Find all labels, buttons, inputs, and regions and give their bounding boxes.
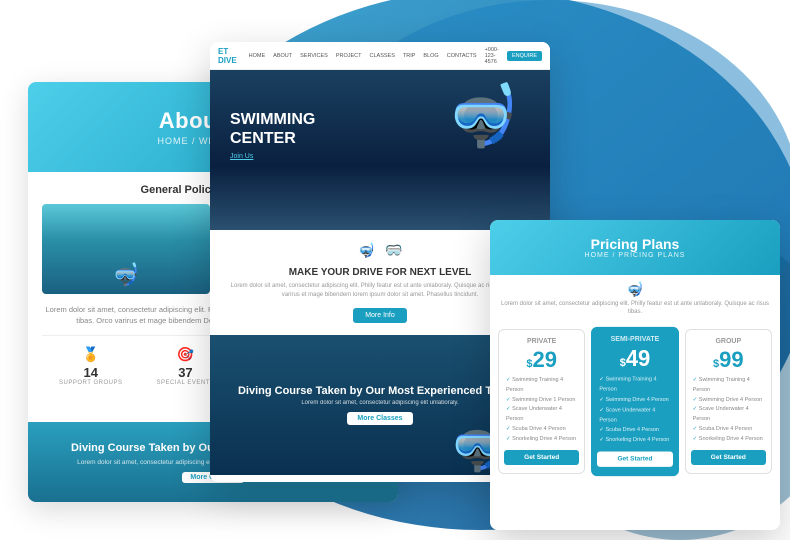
- more-info-button[interactable]: More Info: [353, 308, 407, 323]
- plan-private-btn[interactable]: Get Started: [504, 450, 579, 465]
- stat-label-events: SPECIAL EVENTS: [157, 380, 215, 386]
- support-icon: 🏅: [59, 346, 122, 363]
- feature-item: Scave Underwater 4 Person: [691, 405, 766, 425]
- nav-logo: ET DIVE: [218, 47, 237, 65]
- nav-contacts[interactable]: CONTACTS: [445, 52, 479, 60]
- feature-item: Swimming Training 4 Person: [504, 376, 579, 396]
- stat-events: 🎯 37 SPECIAL EVENTS: [157, 346, 215, 386]
- pricing-header: Pricing Plans HOME / PRICING PLANS: [490, 220, 780, 275]
- hero-text: SWIMMINGCENTER Join Us: [230, 110, 315, 160]
- nav-services[interactable]: SERVICES: [298, 52, 330, 60]
- pricing-plans-row: PRIVATE $29 Swimming Training 4 Person S…: [490, 323, 780, 480]
- plan-private-price: $29: [504, 349, 579, 371]
- plan-private-features: Swimming Training 4 Person Swimming Driv…: [504, 376, 579, 445]
- feature-item: Swimming Drive 4 Person: [691, 396, 766, 406]
- plan-group: GROUP $99 Swimming Training 4 Person Swi…: [685, 329, 772, 474]
- pricing-intro-icon: 🤿: [500, 281, 770, 298]
- plan-semi-features: Swimming Training 4 Person Swimming Driv…: [597, 375, 672, 446]
- nav-trip[interactable]: TRIP: [401, 52, 418, 60]
- plan-semi-btn[interactable]: Get Started: [597, 451, 672, 466]
- diver-image-1: [42, 204, 210, 294]
- pricing-breadcrumb: HOME / PRICING PLANS: [585, 252, 686, 259]
- feature-item: Snorkeling Drive 4 Person: [597, 436, 672, 446]
- nav-about[interactable]: ABOUT: [271, 52, 294, 60]
- hero-diver-icon: 🤿: [445, 80, 520, 151]
- feature-item: Scuba Drive 4 Person: [691, 425, 766, 435]
- feature-item: Swimming Drive 1 Person: [504, 396, 579, 406]
- pricing-intro-text: Lorem dolor sit amet, consectetur adipis…: [500, 300, 770, 317]
- pricing-title: Pricing Plans: [591, 236, 680, 252]
- feature-item: Swimming Training 4 Person: [597, 375, 672, 395]
- nav-home[interactable]: HOME: [247, 52, 268, 60]
- feature-item: Scave Underwater 4 Person: [597, 406, 672, 426]
- feature-item: Scuba Drive 4 Person: [597, 426, 672, 436]
- feature-item: Swimming Training 4 Person: [691, 376, 766, 396]
- stat-label-support: SUPPORT GROUPS: [59, 380, 122, 386]
- bottom-more-button[interactable]: More Classes: [347, 412, 412, 425]
- bottom-desc: Lorem dolor sit amet, consectetur adipis…: [238, 400, 522, 406]
- feature-item: Snorkeling Drive 4 Person: [691, 435, 766, 445]
- stat-num-support: 14: [59, 365, 122, 380]
- hero-link[interactable]: Join Us: [230, 153, 315, 160]
- feature-item: Scuba Drive 4 Person: [504, 425, 579, 435]
- plan-private-name: PRIVATE: [504, 338, 579, 345]
- plan-semi-name: SEMI-PRIVATE: [597, 336, 672, 343]
- nav-phone: +000-123-4576: [485, 47, 501, 65]
- plan-group-btn[interactable]: Get Started: [691, 450, 766, 465]
- scene-wrapper: About Us. HOME / WHO WE ARE General Poli…: [0, 0, 790, 540]
- plan-group-name: GROUP: [691, 338, 766, 345]
- plan-semi-private: SEMI-PRIVATE $49 Swimming Training 4 Per…: [591, 327, 678, 477]
- plan-semi-price: $49: [597, 347, 672, 370]
- plan-group-features: Swimming Training 4 Person Swimming Driv…: [691, 376, 766, 445]
- feature-item: Swimming Drive 4 Person: [597, 395, 672, 405]
- feature-item: Scave Underwater 4 Person: [504, 405, 579, 425]
- scuba-icon: 🤿: [358, 242, 375, 259]
- events-icon: 🎯: [157, 346, 215, 363]
- nav-project[interactable]: PROJECT: [334, 52, 364, 60]
- plan-group-price: $99: [691, 349, 766, 371]
- hero-title: SWIMMINGCENTER: [230, 110, 315, 148]
- main-nav: ET DIVE HOME ABOUT SERVICES PROJECT CLAS…: [210, 42, 550, 70]
- pricing-intro: 🤿 Lorem dolor sit amet, consectetur adip…: [490, 275, 780, 323]
- nav-classes[interactable]: CLASSES: [368, 52, 397, 60]
- stat-support: 🏅 14 SUPPORT GROUPS: [59, 346, 122, 386]
- card-pricing: Pricing Plans HOME / PRICING PLANS 🤿 Lor…: [490, 220, 780, 530]
- mask-icon: 🥽: [385, 242, 402, 259]
- nav-enquire-btn[interactable]: ENQUIRE: [507, 51, 542, 61]
- bottom-title: Diving Course Taken by Our Most Experien…: [238, 385, 522, 397]
- nav-blog[interactable]: BLOG: [421, 52, 440, 60]
- nav-items: HOME ABOUT SERVICES PROJECT CLASSES TRIP…: [247, 52, 479, 60]
- plan-private: PRIVATE $29 Swimming Training 4 Person S…: [498, 329, 585, 474]
- hero-section: 🤿 SWIMMINGCENTER Join Us: [210, 70, 550, 230]
- stat-num-events: 37: [157, 365, 215, 380]
- feature-item: Snorkeling Drive 4 Person: [504, 435, 579, 445]
